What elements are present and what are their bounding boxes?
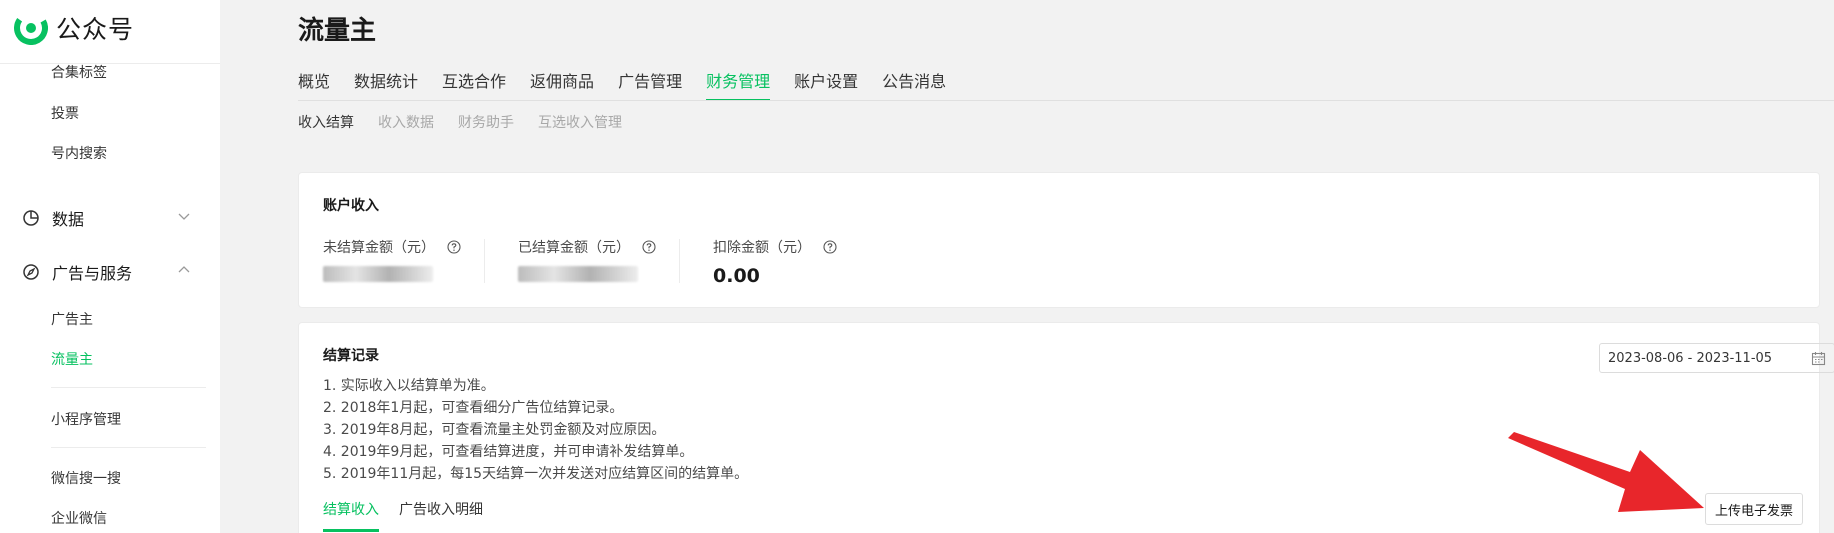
tab-ad-income-detail[interactable]: 广告收入明细 [399,499,483,532]
note-line: 2. 2018年1月起，可查看细分广告位结算记录。 [323,400,624,416]
finance-subtabs: 收入结算 收入数据 财务助手 互选收入管理 [298,112,646,132]
sidebar-header-divider [0,63,220,64]
stat-value-redacted [323,265,461,287]
sidebar-item-publisher[interactable]: 流量主 [51,349,93,369]
records-tabs: 结算收入 广告收入明细 [323,499,503,532]
tab-statistics[interactable]: 数据统计 [354,68,418,101]
sidebar-divider [51,447,206,448]
sidebar-item-collection-tags[interactable]: 合集标签 [51,62,107,82]
brand-name: 公众号 [56,15,135,44]
note-line: 1. 实际收入以结算单为准。 [323,378,495,394]
tab-account-settings[interactable]: 账户设置 [794,68,858,101]
tab-commission-goods[interactable]: 返佣商品 [530,68,594,101]
subtab-finance-assistant[interactable]: 财务助手 [458,112,514,132]
pie-chart-icon [22,209,40,227]
chevron-down-icon [178,213,190,220]
page-title: 流量主 [298,16,377,46]
tab-finance[interactable]: 财务管理 [706,68,771,101]
tab-ad-management[interactable]: 广告管理 [618,68,682,101]
tab-announcements[interactable]: 公告消息 [882,68,946,101]
sidebar-divider [51,387,206,388]
note-line: 5. 2019年11月起，每15天结算一次并发送对应结算区间的结算单。 [323,466,749,482]
sidebar-group-ads-services[interactable]: 广告与服务 [22,260,192,284]
sidebar-item-account-search[interactable]: 号内搜索 [51,143,107,163]
sidebar-item-wecom[interactable]: 企业微信 [51,508,107,528]
calendar-icon [1811,352,1826,366]
main-tabs: 概览 数据统计 互选合作 返佣商品 广告管理 财务管理 账户设置 公告消息 [298,68,970,101]
date-range-value: 2023-08-06 - 2023-11-05 [1608,350,1773,366]
deducted-amount: 扣除金额（元） 0.00 [713,237,837,289]
card-title: 账户收入 [323,198,379,214]
stat-separator [484,239,485,283]
sidebar-group-label: 数据 [52,210,85,229]
sidebar-item-advertiser[interactable]: 广告主 [51,309,93,329]
upload-e-invoice-button[interactable]: 上传电子发票 [1705,493,1803,525]
tab-mutual-selection[interactable]: 互选合作 [442,68,506,101]
stat-label: 未结算金额（元） [323,240,435,256]
chevron-up-icon [178,266,190,273]
unsettled-amount: 未结算金额（元） [323,237,461,289]
stat-label: 已结算金额（元） [518,240,630,256]
sidebar-group-data[interactable]: 数据 [22,206,192,230]
help-icon[interactable] [447,240,461,254]
compass-icon [22,263,40,281]
stat-value-redacted [518,265,656,287]
subtab-income-data[interactable]: 收入数据 [378,112,434,132]
stat-value: 0.00 [713,265,760,287]
sidebar-item-vote[interactable]: 投票 [51,103,79,123]
settlement-notes: 1. 实际收入以结算单为准。 2. 2018年1月起，可查看细分广告位结算记录。… [323,375,748,485]
subtab-mutual-income[interactable]: 互选收入管理 [538,112,622,132]
sidebar-group-label: 广告与服务 [52,264,133,283]
date-range-picker[interactable]: 2023-08-06 - 2023-11-05 [1599,343,1834,373]
note-line: 4. 2019年9月起，可查看结算进度，并可申请补发结算单。 [323,444,694,460]
redacted-value [518,266,638,282]
tab-overview[interactable]: 概览 [298,68,330,101]
brand-logo[interactable]: 公众号 [14,10,134,46]
stat-separator [679,239,680,283]
subtab-income-settlement[interactable]: 收入结算 [298,112,354,132]
note-line: 3. 2019年8月起，可查看流量主处罚金额及对应原因。 [323,422,666,438]
settled-amount: 已结算金额（元） [518,237,656,289]
sidebar-item-mini-program[interactable]: 小程序管理 [51,409,121,429]
tab-settlement-income[interactable]: 结算收入 [323,499,379,532]
sidebar-item-wechat-search[interactable]: 微信搜一搜 [51,468,121,488]
sidebar: 公众号 合集标签 投票 号内搜索 数据 广告与服务 广告主 流量主 小程序管理 … [0,0,220,533]
card-title: 结算记录 [323,348,379,364]
annotation-arrow-icon [1508,432,1704,512]
help-icon[interactable] [642,240,656,254]
help-icon[interactable] [823,240,837,254]
wechat-official-account-logo-icon [14,11,48,45]
stat-label: 扣除金额（元） [713,240,811,256]
account-income-card: 账户收入 未结算金额（元） 已结算金额（元） 扣除金额（元） 0.00 [298,172,1820,308]
tabs-divider [298,100,1834,101]
redacted-value [323,266,433,282]
